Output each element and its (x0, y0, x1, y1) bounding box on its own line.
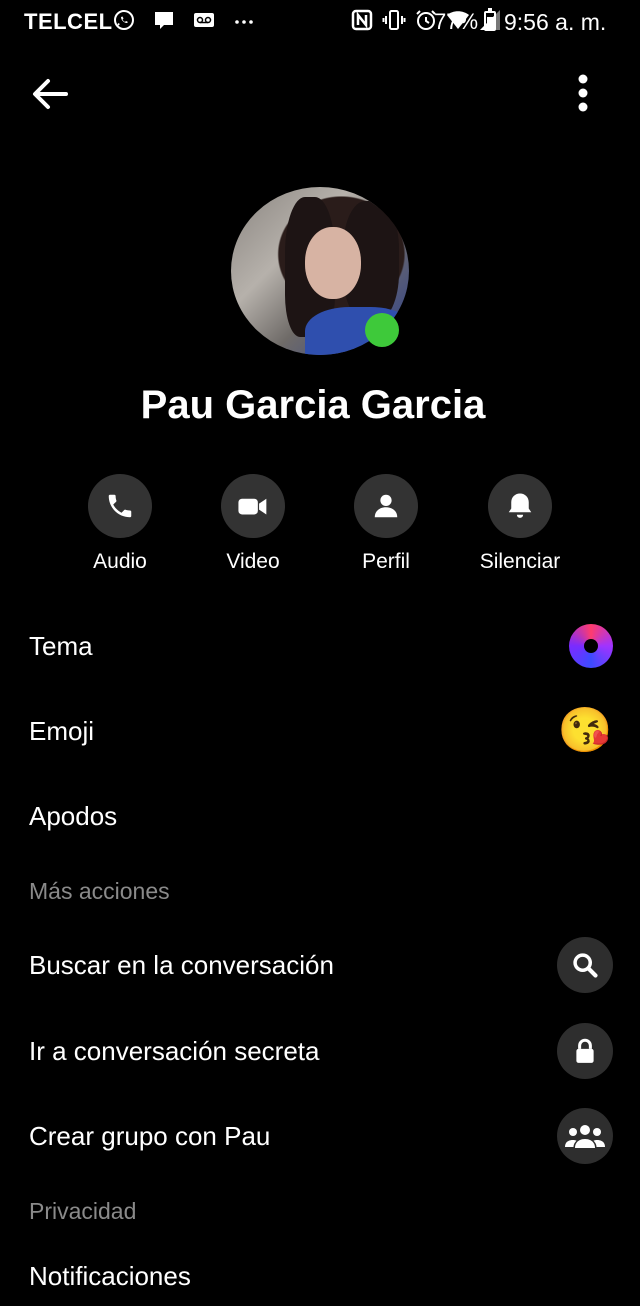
person-icon (374, 494, 398, 518)
video-call-button[interactable]: Video (198, 474, 308, 574)
theme-label: Tema (29, 630, 93, 661)
search-icon (557, 937, 613, 993)
nicknames-row[interactable]: Apodos (29, 786, 613, 846)
search-conversation-row[interactable]: Buscar en la conversación (29, 935, 613, 995)
profile-label: Perfil (362, 550, 410, 573)
theme-row[interactable]: Tema (29, 616, 613, 676)
more-actions-heading: Más acciones (29, 878, 170, 904)
whatsapp-icon (114, 10, 134, 30)
phone-icon (108, 494, 132, 518)
search-conversation-label: Buscar en la conversación (29, 949, 334, 980)
theme-color-icon (569, 624, 613, 668)
arrow-left-icon (33, 79, 68, 109)
back-button[interactable] (28, 72, 72, 116)
status-bar: TELCEL 77% 9:56 a. m. (0, 0, 640, 46)
more-vertical-icon (578, 74, 588, 112)
profile-button[interactable]: Perfil (331, 474, 441, 574)
notifications-row[interactable]: Notificaciones (29, 1246, 613, 1306)
secret-conversation-row[interactable]: Ir a conversación secreta (29, 1021, 613, 1081)
video-camera-icon (238, 498, 267, 515)
notifications-label: Notificaciones (29, 1260, 191, 1291)
audio-call-button[interactable]: Audio (65, 474, 175, 574)
kiss-emoji-icon: 😘 (557, 706, 613, 755)
bell-icon (508, 493, 532, 518)
nfc-icon (351, 9, 373, 31)
mute-label: Silenciar (479, 550, 561, 573)
battery-icon (484, 8, 496, 31)
nicknames-label: Apodos (29, 800, 118, 831)
video-label: Video (226, 550, 280, 573)
lock-icon (557, 1023, 613, 1079)
clock: 9:56 a. m. (504, 9, 607, 35)
secret-conversation-label: Ir a conversación secreta (29, 1035, 320, 1066)
carrier-label: TELCEL (24, 9, 113, 34)
vibrate-icon (382, 10, 406, 30)
emoji-row[interactable]: Emoji 😘 (29, 701, 613, 761)
mute-button[interactable]: Silenciar (465, 474, 575, 574)
group-icon (557, 1108, 613, 1164)
online-status-indicator (365, 313, 399, 347)
emoji-label: Emoji (29, 715, 95, 746)
voicemail-icon (194, 13, 214, 27)
battery-percent: 77% (434, 9, 479, 34)
more-dots-icon (235, 20, 253, 24)
privacy-heading: Privacidad (29, 1198, 137, 1224)
audio-label: Audio (93, 550, 147, 573)
profile-name: Pau Garcia Garcia (140, 383, 486, 427)
create-group-row[interactable]: Crear grupo con Pau (29, 1106, 613, 1166)
message-icon (155, 12, 173, 29)
more-options-button[interactable] (566, 72, 600, 116)
create-group-label: Crear grupo con Pau (29, 1120, 271, 1151)
